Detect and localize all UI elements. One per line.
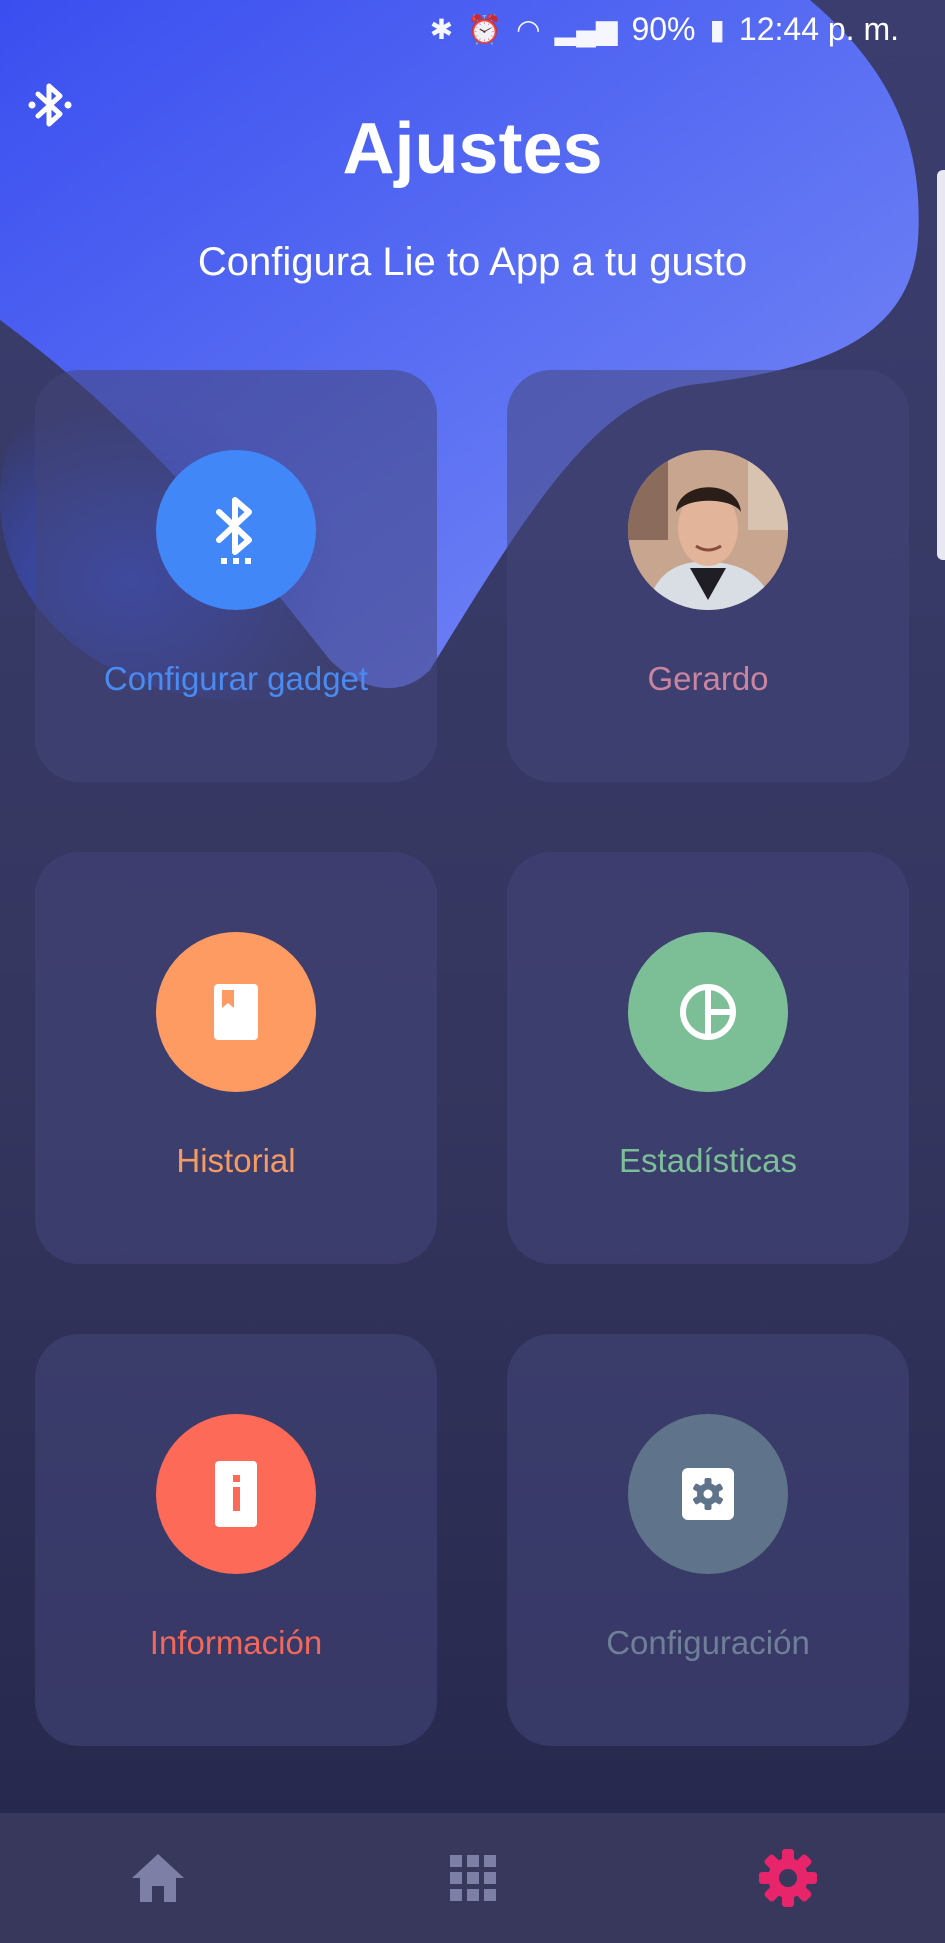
- card-label: Configurar gadget: [103, 660, 369, 697]
- card-label: Historial: [176, 1142, 296, 1179]
- wifi-icon: ◠: [516, 13, 541, 45]
- settings-grid: Configurar gadget Gerardo Historial Esta…: [35, 370, 909, 1746]
- page-subtitle: Configura Lie to App a tu gusto: [197, 240, 748, 284]
- clock: 12:44 p. m.: [738, 10, 899, 47]
- card-label: Información: [149, 1624, 323, 1661]
- card-informacion[interactable]: Información: [35, 1334, 437, 1746]
- card-profile[interactable]: Gerardo: [507, 370, 909, 782]
- card-label: Configuración: [606, 1624, 810, 1661]
- settings-icon: [758, 1849, 817, 1907]
- bluetooth-searching-icon: [156, 450, 316, 610]
- pie-chart-icon: [628, 932, 788, 1092]
- nav-settings[interactable]: [728, 1818, 848, 1938]
- card-configuracion[interactable]: Configuración: [507, 1334, 909, 1746]
- settings-icon: [628, 1414, 788, 1574]
- card-label: Estadísticas: [619, 1142, 797, 1179]
- home-icon: [131, 1854, 184, 1902]
- nav-apps[interactable]: [413, 1818, 533, 1938]
- info-icon: [156, 1414, 316, 1574]
- page-title: Ajustes: [342, 109, 603, 189]
- battery-level: 90%: [631, 10, 696, 47]
- book-icon: [156, 932, 316, 1092]
- status-bar: ✱ ⏰ ◠ ▂▄▆ 90% ▮ 12:44 p. m.: [0, 0, 945, 58]
- scrollbar[interactable]: [937, 170, 945, 560]
- apps-grid-icon: [449, 1855, 496, 1901]
- card-historial[interactable]: Historial: [35, 852, 437, 1264]
- nav-home[interactable]: [98, 1818, 218, 1938]
- bottom-nav: [0, 1813, 945, 1943]
- card-label: Gerardo: [647, 660, 769, 697]
- avatar: [628, 450, 788, 610]
- signal-icon: ▂▄▆: [554, 13, 618, 45]
- battery-icon: ▮: [709, 13, 725, 45]
- card-estadisticas[interactable]: Estadísticas: [507, 852, 909, 1264]
- alarm-icon: ⏰: [467, 13, 503, 45]
- card-configurar-gadget[interactable]: Configurar gadget: [35, 370, 437, 782]
- bluetooth-icon: ✱: [429, 13, 454, 45]
